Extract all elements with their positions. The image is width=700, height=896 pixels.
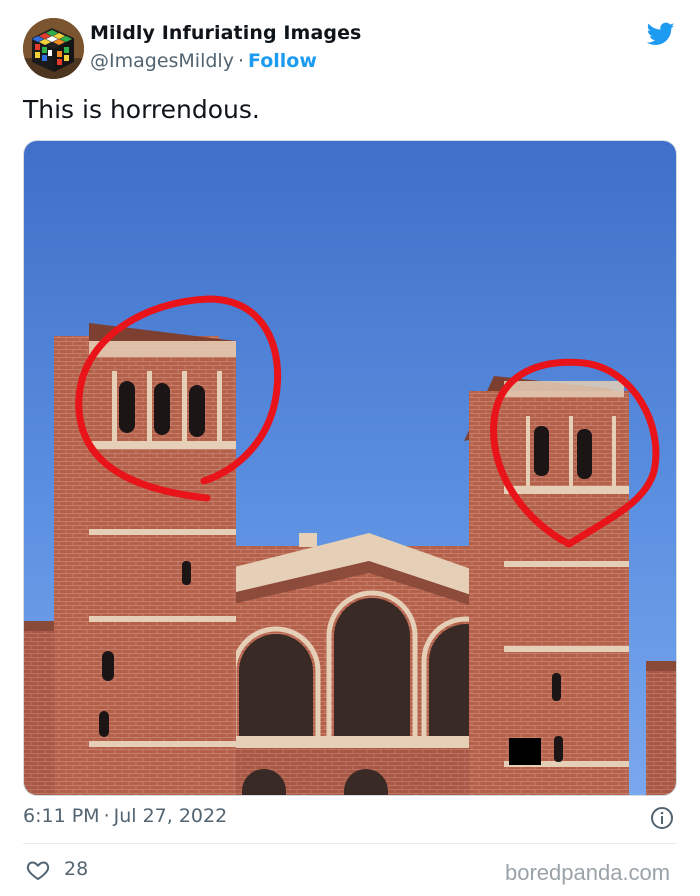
tweet-timestamp[interactable]: 6:11 PM · Jul 27, 2022: [23, 805, 227, 827]
tweet-photo[interactable]: [23, 140, 677, 796]
like-count: 28: [64, 858, 89, 880]
author-handle-row: @ImagesMildly · Follow: [90, 50, 317, 72]
avatar[interactable]: [23, 18, 84, 79]
tweet-time: 6:11 PM: [23, 805, 100, 827]
separator: ·: [237, 50, 244, 72]
author-display-name[interactable]: Mildly Infuriating Images: [90, 22, 361, 44]
author-handle[interactable]: @ImagesMildly: [90, 50, 234, 72]
tweet-date: Jul 27, 2022: [113, 805, 228, 827]
watermark: boredpanda.com: [505, 860, 671, 885]
follow-button[interactable]: Follow: [248, 50, 317, 72]
twitter-bird-icon[interactable]: [645, 20, 677, 48]
divider: [23, 843, 677, 844]
tweet-text: This is horrendous.: [23, 95, 260, 124]
rubiks-cube-icon: [23, 18, 84, 79]
info-icon[interactable]: [650, 806, 674, 830]
heart-icon[interactable]: [26, 858, 50, 882]
separator: ·: [103, 805, 110, 827]
